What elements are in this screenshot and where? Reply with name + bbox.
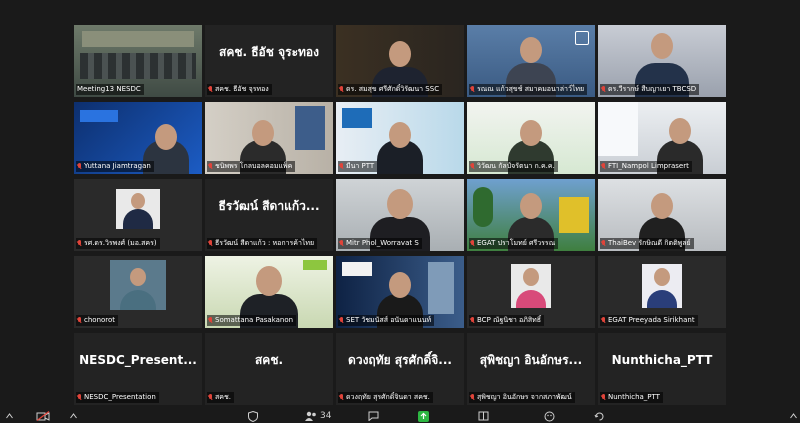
participant-name: SET วัชมนัสส์ อนันดาแนนท์ xyxy=(338,315,435,326)
participant-display-name: สคช. xyxy=(254,352,284,367)
participant-name: ThaiBev รักษิณดี กิตติพูลย์ xyxy=(600,238,694,249)
participants-button[interactable]: 34 xyxy=(304,410,331,422)
participant-tile[interactable]: วิวัฒน กัลป์จรัตนา ก.ค.ค. xyxy=(467,102,595,174)
mic-muted-icon xyxy=(339,394,344,401)
participant-tile[interactable]: Nunthicha_PTT Nunthicha_PTT xyxy=(598,333,726,405)
participant-name: Mitr Phol_Worravat S xyxy=(338,238,422,249)
mic-muted-icon xyxy=(208,86,213,93)
participant-name: ดร.วีรากษ์ สืบญาเยา TBCSD xyxy=(600,84,700,95)
record-icon[interactable] xyxy=(478,410,489,422)
participant-name: ธีรวัฒน์ สีดาแก้ว : หอการค้าไทย xyxy=(207,238,318,249)
mic-muted-icon xyxy=(470,86,475,93)
participant-name: EGAT ปราโมทย์ ศรีวรรณ xyxy=(469,238,559,249)
mic-muted-icon xyxy=(77,240,82,247)
meeting-toolbar: 34 xyxy=(0,409,800,423)
participant-name: มีนา PTT xyxy=(338,161,378,172)
participant-tile[interactable]: สุพิชญา อินอักษร... สุพิชญา อินอักษร จาก… xyxy=(467,333,595,405)
participant-name: ดร. สมสุข ศรีศักดิ์วิรัฒนา SSC xyxy=(338,84,443,95)
mic-muted-icon xyxy=(339,240,344,247)
participant-tile[interactable]: รศ.ดร.วิรพงศ์ (มอ.สคร) xyxy=(74,179,202,251)
security-icon[interactable] xyxy=(248,410,258,422)
participant-name: Yuttana Jiamtragan xyxy=(76,161,154,172)
mic-muted-icon xyxy=(339,163,344,170)
participant-name: สคช. ธีอัช จุรทอง xyxy=(207,84,272,95)
participant-tile[interactable]: Somattana Pasakanon xyxy=(205,256,333,328)
participant-tile[interactable]: EGAT Preeyada Sirikhant xyxy=(598,256,726,328)
apps-icon[interactable] xyxy=(594,410,605,422)
mic-muted-icon xyxy=(77,163,82,170)
participant-name: Nunthicha_PTT xyxy=(600,392,663,403)
chat-icon[interactable] xyxy=(368,410,379,422)
participant-tile[interactable]: ธีรวัฒน์ สีดาแก้ว... ธีรวัฒน์ สีดาแก้ว :… xyxy=(205,179,333,251)
mic-muted-icon xyxy=(601,317,606,324)
participant-display-name: NESDC_Present... xyxy=(79,353,197,367)
mic-muted-icon xyxy=(339,317,344,324)
participant-tile[interactable]: NESDC_Present... NESDC_Presentation xyxy=(74,333,202,405)
participant-tile[interactable]: SET วัชมนัสส์ อนันดาแนนท์ xyxy=(336,256,464,328)
mic-muted-icon xyxy=(601,394,606,401)
mic-muted-icon xyxy=(470,240,475,247)
participant-tile[interactable]: ดร. สมสุข ศรีศักดิ์วิรัฒนา SSC xyxy=(336,25,464,97)
end-caret-icon[interactable] xyxy=(790,410,797,422)
mic-muted-icon xyxy=(77,317,82,324)
participant-tile[interactable]: Mitr Phol_Worravat S xyxy=(336,179,464,251)
mic-muted-icon xyxy=(339,86,344,93)
mic-muted-icon xyxy=(470,163,475,170)
participant-name: รณณ แก้วสุขช์ สมาคมอนาล่าว์ไทย xyxy=(469,84,588,95)
participant-name: chonorot xyxy=(76,315,119,326)
participant-name: สุพิชญา อินอักษร จากสภาพัฒน์ xyxy=(469,392,575,403)
reactions-icon[interactable] xyxy=(544,410,555,422)
participant-display-name: ดวงฤทัย สุรศักดิ์จิ... xyxy=(348,352,452,367)
participant-tile[interactable]: EGAT ปราโมทย์ ศรีวรรณ xyxy=(467,179,595,251)
mute-caret-icon[interactable] xyxy=(6,410,13,422)
participant-tile[interactable]: FTI_Nampol Limprasert xyxy=(598,102,726,174)
mic-muted-icon xyxy=(470,317,475,324)
participant-tile[interactable]: มีนา PTT xyxy=(336,102,464,174)
participant-name: รศ.ดร.วิรพงศ์ (มอ.สคร) xyxy=(76,238,160,249)
video-grid: Meeting13 NESDC สคช. ธีอัช จุระทอง สคช. … xyxy=(74,25,726,408)
participant-name: Meeting13 NESDC xyxy=(76,84,144,95)
participant-tile[interactable]: chonorot xyxy=(74,256,202,328)
participant-display-name: ธีรวัฒน์ สีดาแก้ว... xyxy=(218,198,320,213)
participant-tile[interactable]: สคช. สคช. xyxy=(205,333,333,405)
participant-tile[interactable]: Yuttana Jiamtragan xyxy=(74,102,202,174)
participant-display-name: สุพิชญา อินอักษร... xyxy=(479,352,583,367)
participants-count: 34 xyxy=(320,411,332,421)
participant-display-name: สคช. ธีอัช จุระทอง xyxy=(219,44,319,59)
mic-muted-icon xyxy=(470,394,475,401)
mic-muted-icon xyxy=(601,86,606,93)
participant-tile[interactable]: รณณ แก้วสุขช์ สมาคมอนาล่าว์ไทย xyxy=(467,25,595,97)
participant-name: NESDC_Presentation xyxy=(76,392,159,403)
mic-muted-icon xyxy=(208,163,213,170)
participant-name: สคช. xyxy=(207,392,234,403)
mic-muted-icon xyxy=(601,163,606,170)
participant-name: Somattana Pasakanon xyxy=(207,315,297,326)
mic-muted-icon xyxy=(208,394,213,401)
participant-name: วิวัฒน กัลป์จรัตนา ก.ค.ค. xyxy=(469,161,558,172)
mic-muted-icon xyxy=(77,394,82,401)
mic-muted-icon xyxy=(208,317,213,324)
mic-muted-icon xyxy=(208,240,213,247)
participant-name: ดวงฤทัย สุรศักดิ์จินดา สคช. xyxy=(338,392,433,403)
participant-tile[interactable]: ชนิพพร โกลบอลคอมแพ็ค xyxy=(205,102,333,174)
participant-name: FTI_Nampol Limprasert xyxy=(600,161,692,172)
participant-name: ชนิพพร โกลบอลคอมแพ็ค xyxy=(207,161,296,172)
video-off-icon[interactable] xyxy=(36,410,50,422)
video-caret-icon[interactable] xyxy=(70,410,77,422)
share-screen-icon[interactable] xyxy=(418,410,429,422)
participant-tile[interactable]: Meeting13 NESDC xyxy=(74,25,202,97)
participant-tile[interactable]: สคช. ธีอัช จุระทอง สคช. ธีอัช จุรทอง xyxy=(205,25,333,97)
participant-tile[interactable]: ดร.วีรากษ์ สืบญาเยา TBCSD xyxy=(598,25,726,97)
participant-tile[interactable]: BCP ณัฐนิชา อภิสิทธิ์ xyxy=(467,256,595,328)
participant-tile[interactable]: ThaiBev รักษิณดี กิตติพูลย์ xyxy=(598,179,726,251)
participant-name: BCP ณัฐนิชา อภิสิทธิ์ xyxy=(469,315,545,326)
participant-name: EGAT Preeyada Sirikhant xyxy=(600,315,698,326)
participant-tile[interactable]: ดวงฤทัย สุรศักดิ์จิ... ดวงฤทัย สุรศักดิ์… xyxy=(336,333,464,405)
mic-muted-icon xyxy=(601,240,606,247)
participant-display-name: Nunthicha_PTT xyxy=(611,353,713,367)
